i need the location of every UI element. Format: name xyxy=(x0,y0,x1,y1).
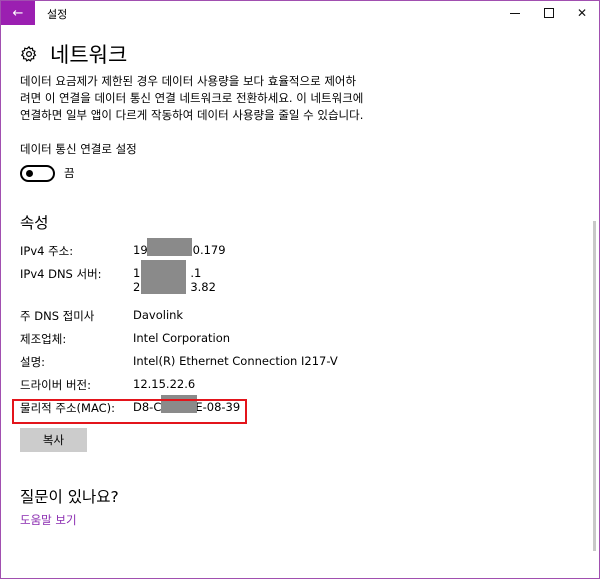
manufacturer-value: Intel Corporation xyxy=(133,331,231,345)
dns-line2-suffix: 3.82 xyxy=(190,280,216,294)
content-area: 네트워크 데이터 요금제가 제한된 경우 데이터 사용량을 보다 효율적으로 제… xyxy=(20,39,580,423)
page-header: 네트워크 xyxy=(20,39,580,69)
ipv4-label: IPv4 주소: xyxy=(20,244,74,258)
app-title: 설정 xyxy=(47,8,68,21)
back-button[interactable]: ← xyxy=(1,1,35,25)
scrollbar-thumb[interactable] xyxy=(593,221,596,551)
copy-button[interactable]: 복사 xyxy=(20,428,87,452)
maximize-button[interactable] xyxy=(532,1,566,25)
manufacturer-label: 제조업체: xyxy=(20,332,67,346)
dns-value: 1 .1 2 3.82 xyxy=(133,260,216,308)
property-row-description: 설명: Intel(R) Ethernet Connection I217-V xyxy=(20,354,580,377)
settings-window: ← 설정 ✕ 네트워크 데이터 요금제가 제한된 경우 데이터 사용량을 보다 … xyxy=(0,0,600,579)
maximize-icon xyxy=(544,8,554,18)
ipv4-value-prefix: 19 xyxy=(133,243,148,257)
redaction-mask xyxy=(147,238,192,256)
driver-version-label: 드라이버 버전: xyxy=(20,378,92,392)
title-bar: ← 설정 ✕ xyxy=(1,1,599,25)
property-row-dns-suffix: 주 DNS 접미사 Davolink xyxy=(20,308,580,331)
help-heading: 질문이 있나요? xyxy=(20,488,119,506)
scrollbar[interactable] xyxy=(593,25,597,578)
page-description: 데이터 요금제가 제한된 경우 데이터 사용량을 보다 효율적으로 제어하려면 … xyxy=(20,74,364,122)
redaction-mask xyxy=(141,260,186,294)
page-title: 네트워크 xyxy=(50,43,128,67)
adapter-description-value: Intel(R) Ethernet Connection I217-V xyxy=(133,354,338,368)
minimize-button[interactable] xyxy=(498,1,532,25)
dns-line1-suffix: .1 xyxy=(190,266,202,280)
toggle-state-label: 끔 xyxy=(64,166,75,180)
gear-icon xyxy=(20,45,37,62)
metered-connection-label: 데이터 통신 연결로 설정 xyxy=(20,142,137,156)
properties-heading: 속성 xyxy=(20,214,49,232)
dns-label: IPv4 DNS 서버: xyxy=(20,267,102,281)
dns-line2-prefix: 2 xyxy=(133,280,141,294)
minimize-icon xyxy=(510,12,520,14)
property-row-ipv4: IPv4 주소: 19 0.179 xyxy=(20,238,580,266)
dns-suffix-value: Davolink xyxy=(133,308,184,322)
metered-connection-toggle[interactable] xyxy=(20,164,55,182)
properties-list: IPv4 주소: 19 0.179 IPv4 DNS 서버: 1.1 2 3.82 … xyxy=(20,238,580,423)
mac-highlight-box xyxy=(12,399,247,424)
property-row-driver: 드라이버 버전: 12.15.22.6 xyxy=(20,377,580,400)
dns-suffix-label: 주 DNS 접미사 xyxy=(20,309,95,323)
property-row-dns: IPv4 DNS 서버: 1 .1 2 3.82 xyxy=(20,260,580,308)
dns-line1-prefix: 1 xyxy=(133,266,141,280)
close-icon: ✕ xyxy=(576,6,588,20)
metered-toggle-row: 끔 xyxy=(20,163,580,183)
toggle-knob xyxy=(26,169,33,177)
property-row-manufacturer: 제조업체: Intel Corporation xyxy=(20,331,580,354)
adapter-description-label: 설명: xyxy=(20,355,46,369)
get-help-link[interactable]: 도움말 보기 xyxy=(20,512,77,528)
back-arrow-icon: ← xyxy=(12,5,24,21)
ipv4-value-suffix: 0.179 xyxy=(192,243,226,257)
close-button[interactable]: ✕ xyxy=(565,1,599,25)
